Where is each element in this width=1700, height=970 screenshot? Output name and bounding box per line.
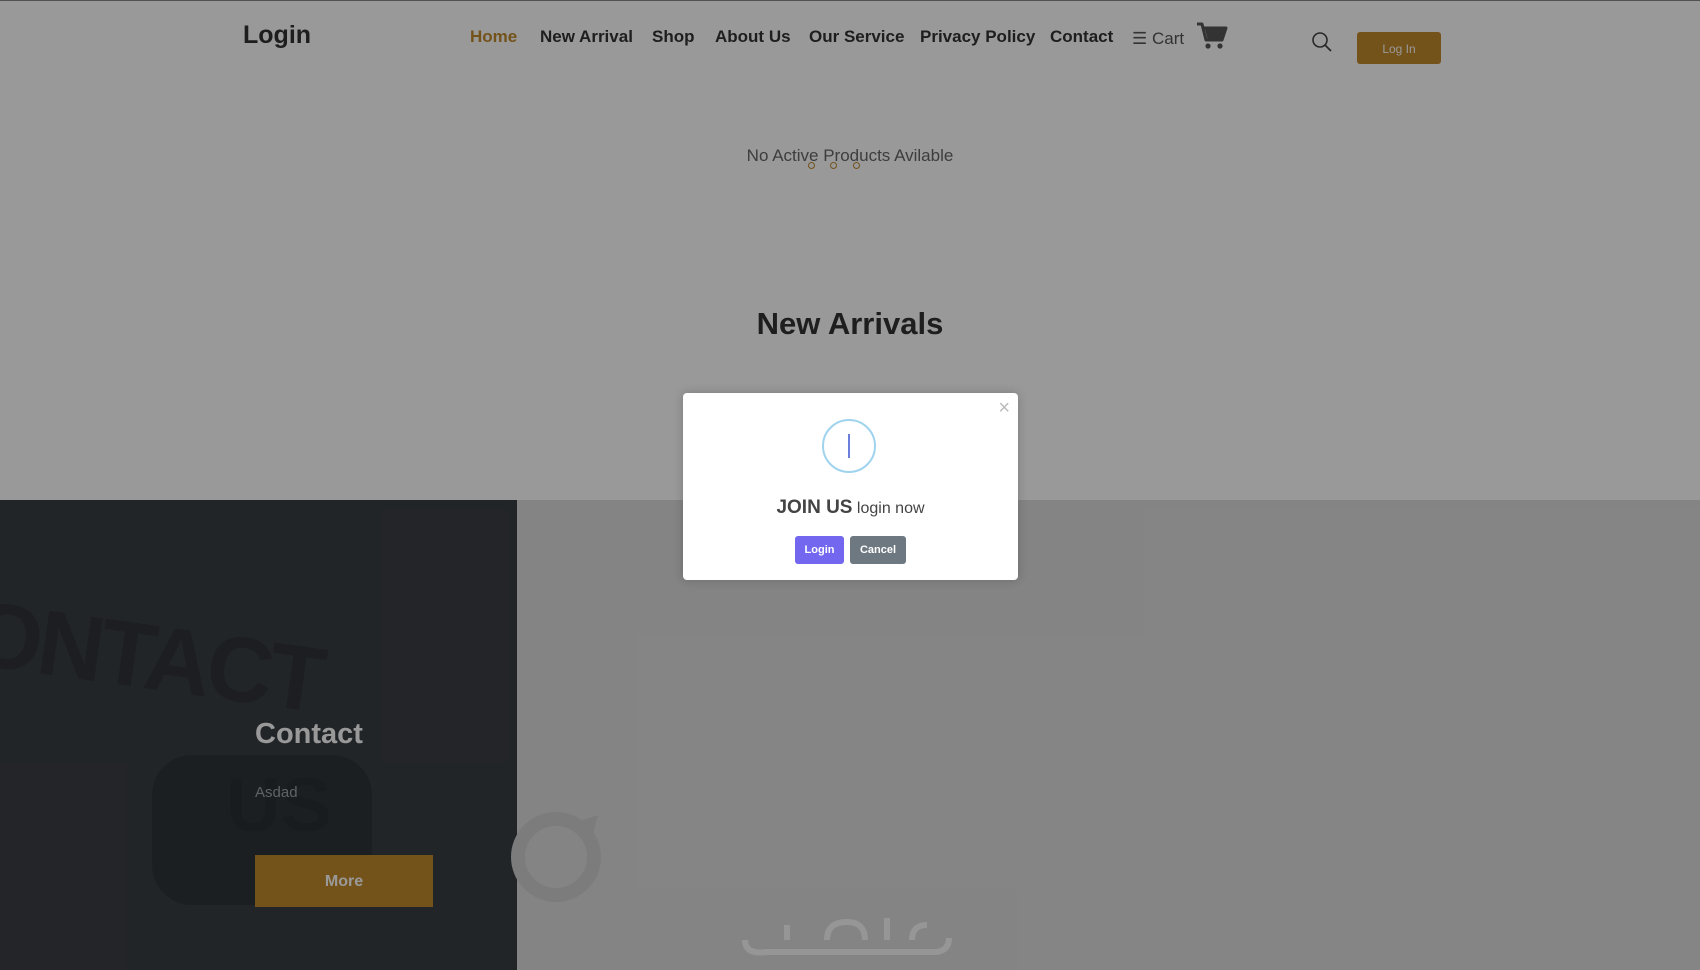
close-icon[interactable]: × <box>998 397 1010 420</box>
info-icon-bar <box>848 434 850 458</box>
join-us-modal: × JOIN US login now Login Cancel <box>683 393 1018 580</box>
info-icon <box>822 419 876 473</box>
modal-title-light: login now <box>852 500 925 517</box>
modal-cancel-button[interactable]: Cancel <box>850 536 906 564</box>
modal-title: JOIN US login now <box>683 497 1018 519</box>
modal-title-strong: JOIN US <box>776 497 853 518</box>
modal-login-button[interactable]: Login <box>795 536 844 564</box>
